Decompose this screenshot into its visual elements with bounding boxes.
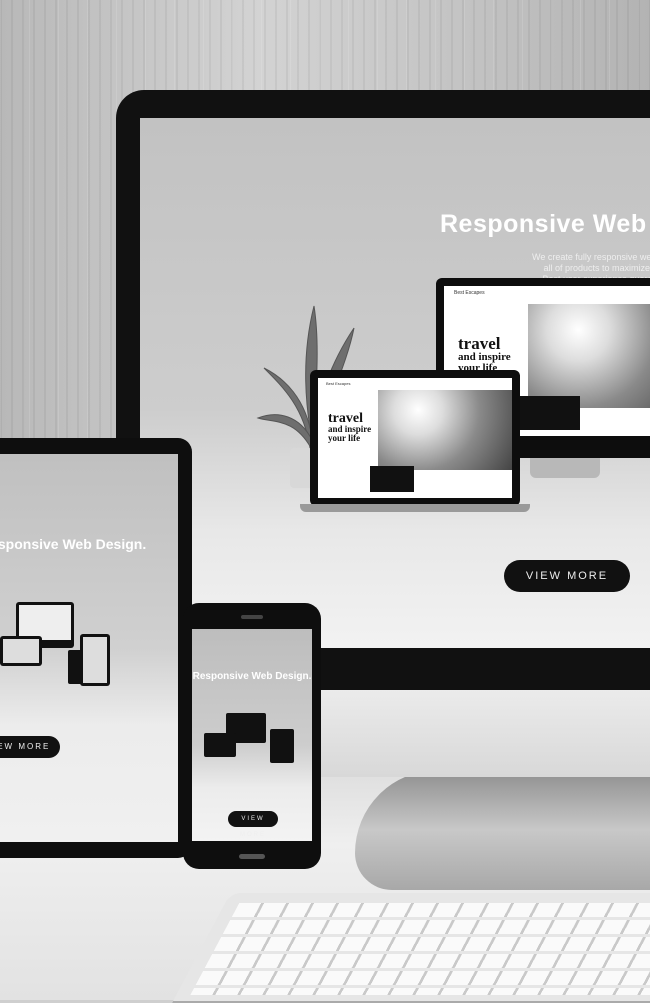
mini-travel-line: your life [328, 432, 361, 443]
keyboard-keys [190, 903, 650, 995]
mini-laptop-base [300, 504, 530, 512]
desktop-monitor: Responsive Web Design We create fully re… [116, 90, 650, 690]
tablet-view-more-button[interactable]: VIEW MORE [0, 736, 60, 758]
phone-speaker [241, 615, 263, 619]
smartphone-device: Responsive Web Design. VIEW MORE [183, 603, 321, 869]
mini-town-photo [528, 304, 650, 408]
phone-mini-laptop [204, 733, 236, 757]
tablet-mini-laptop-screen [3, 639, 39, 663]
mini-travel-line: travel [458, 334, 501, 353]
mini-travel-heading: travel and inspire your life [328, 411, 371, 443]
phone-mini-tablet [270, 729, 294, 763]
phone-home-indicator [239, 854, 265, 859]
mini-brand: Best Escapes [454, 290, 485, 296]
phone-view-more-button[interactable]: VIEW MORE [228, 811, 278, 838]
mini-travel-line: travel [328, 411, 363, 426]
tablet-subtext-placeholder [0, 568, 106, 575]
tablet-mini-monitor-screen [19, 605, 71, 640]
tablet-mini-tablet [80, 634, 110, 686]
tablet-mini-laptop [0, 636, 42, 666]
mini-travel-heading: travel and inspire your life [458, 334, 511, 373]
mini-town-photo [378, 390, 512, 470]
monitor-headline: Responsive Web Design [440, 210, 650, 238]
tablet-headline: Responsive Web Design. [0, 536, 147, 552]
tablet-screen: Responsive Web Design. VIEW MORE [0, 454, 178, 842]
tablet-mini-phone [68, 650, 82, 684]
mini-laptop-screen: Best Escapes travel and inspire your lif… [318, 378, 512, 498]
tablet-mini-tablet-screen [83, 637, 107, 683]
mini-brand: Best Escapes [326, 381, 351, 386]
phone-screen: Responsive Web Design. VIEW MORE [192, 629, 312, 841]
mini-caption-box [370, 466, 414, 492]
tablet-device: Responsive Web Design. VIEW MORE [0, 438, 192, 858]
phone-headline: Responsive Web Design. [192, 671, 312, 682]
mini-caption-box [518, 396, 580, 430]
monitor-subtext-line: We create fully responsive websites for [532, 252, 650, 262]
view-more-button[interactable]: VIEW MORE [504, 560, 630, 592]
monitor-stand [355, 770, 650, 890]
mini-laptop-mockup: Best Escapes travel and inspire your lif… [310, 370, 520, 506]
mini-monitor-stand [530, 458, 600, 478]
monitor-subtext-line: all of products to maximize ideas. [543, 263, 650, 273]
keyboard [172, 893, 650, 1003]
monitor-screen: Responsive Web Design We create fully re… [140, 118, 650, 648]
mini-travel-line: and inspire [458, 351, 511, 364]
